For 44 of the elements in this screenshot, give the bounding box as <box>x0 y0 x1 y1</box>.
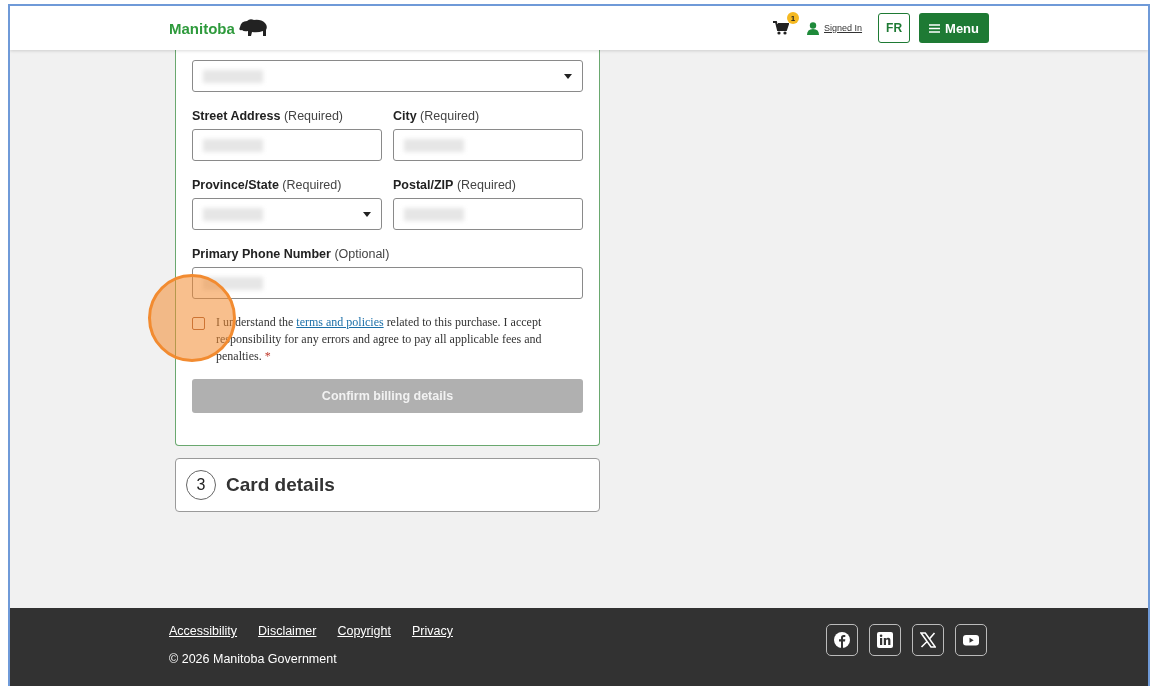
redacted-value <box>203 276 263 290</box>
input-field[interactable] <box>393 129 583 161</box>
signed-in-link[interactable]: Signed In <box>824 23 863 33</box>
field-label: City (Required) <box>393 109 481 123</box>
caret-icon <box>363 211 371 217</box>
cart-icon[interactable] <box>773 21 789 35</box>
dropdown-field[interactable] <box>192 60 583 92</box>
bison-icon <box>236 18 269 38</box>
step-title[interactable]: Card details <box>226 474 335 496</box>
language-button[interactable]: FR <box>878 13 911 43</box>
dropdown-field[interactable] <box>192 198 382 230</box>
social-link[interactable] <box>826 624 858 656</box>
field-label: Primary Phone Number (Optional) <box>192 247 391 261</box>
terms-link[interactable]: terms and policies <box>296 315 384 329</box>
manitoba-logo[interactable]: Manitoba <box>169 18 269 38</box>
user-icon <box>807 21 819 35</box>
field-label: Province/State (Required) <box>192 178 343 192</box>
cart-count-badge: 1 <box>787 12 799 24</box>
field-label: Postal/ZIP (Required) <box>393 178 517 192</box>
input-field[interactable] <box>192 129 382 161</box>
social-link[interactable] <box>869 624 901 656</box>
redacted-value <box>404 207 464 221</box>
footer-link[interactable]: Privacy <box>411 624 453 638</box>
redacted-value <box>203 207 263 221</box>
checkbox[interactable] <box>192 317 205 330</box>
x-logo-icon <box>920 632 936 648</box>
footer-link[interactable]: Copyright <box>337 624 391 638</box>
menu-icon <box>929 23 941 33</box>
input-field[interactable] <box>192 267 583 299</box>
input-field[interactable] <box>393 198 583 230</box>
play-icon <box>963 632 979 648</box>
copyright-text: © 2026 Manitoba Government <box>169 652 338 666</box>
caret-icon <box>564 73 572 79</box>
footer-link[interactable]: Disclaimer <box>258 624 317 638</box>
redacted-value <box>404 138 464 152</box>
facebook-icon <box>834 632 850 648</box>
footer-link[interactable]: Accessibility <box>169 624 238 638</box>
menu-button[interactable]: Menu <box>919 13 989 43</box>
social-link[interactable] <box>955 624 987 656</box>
redacted-value <box>203 138 263 152</box>
redacted-value <box>203 69 263 83</box>
field-label: Street Address (Required) <box>192 109 344 123</box>
linkedin-icon <box>877 632 893 648</box>
social-link[interactable] <box>912 624 944 656</box>
